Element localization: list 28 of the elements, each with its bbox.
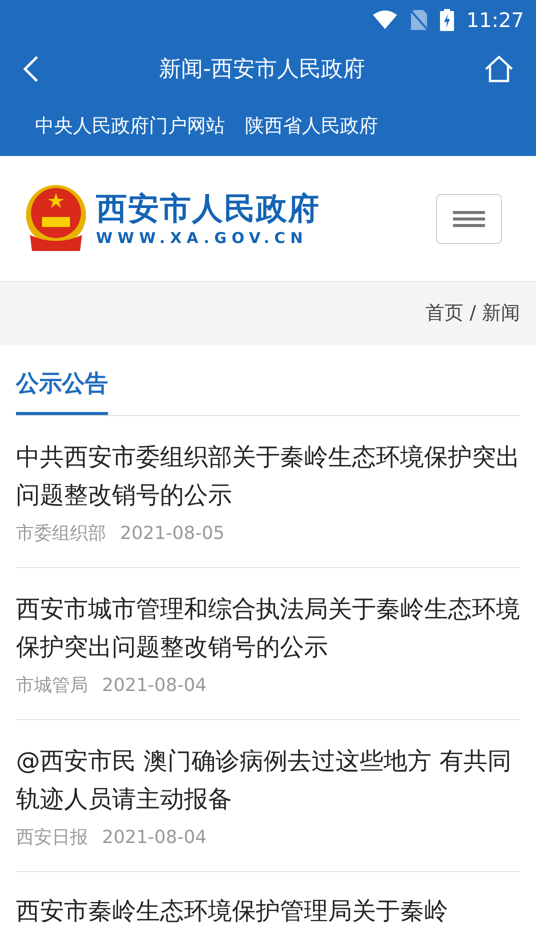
site-name: 西安市人民政府 (96, 190, 320, 228)
article-source: 西安日报 (16, 826, 88, 850)
article-title[interactable]: 西安市秦岭生态环境保护管理局关于秦岭 (16, 892, 520, 930)
no-sim-icon (410, 9, 428, 31)
breadcrumb-separator: / (470, 301, 476, 326)
menu-button[interactable] (436, 194, 502, 244)
article-date: 2021-08-05 (120, 522, 225, 546)
article-date: 2021-08-04 (102, 826, 207, 850)
site-url: WWW.XA.GOV.CN (96, 228, 309, 248)
top-link[interactable]: 陕西省人民政府 (245, 112, 378, 140)
back-icon[interactable] (22, 55, 40, 83)
battery-charging-icon (440, 9, 454, 31)
menu-icon (453, 210, 485, 226)
article-source: 市委组织部 (16, 522, 106, 546)
article-title[interactable]: 西安市城市管理和综合执法局关于秦岭生态环境保护突出问题整改销号的公示 (16, 590, 520, 666)
article-title[interactable]: @西安市民 澳门确诊病例去过这些地方 有共同轨迹人员请主动报备 (16, 742, 520, 818)
home-icon[interactable] (484, 55, 514, 83)
section-tab[interactable]: 公示公告 (16, 367, 108, 414)
article-date: 2021-08-04 (102, 674, 207, 698)
article-source: 市城管局 (16, 674, 88, 698)
top-link[interactable]: 中央人民政府门户网站 (35, 112, 225, 140)
page-title: 新闻-西安市人民政府 (159, 56, 365, 84)
wifi-icon (372, 10, 398, 30)
emblem-icon (24, 184, 88, 252)
article-title[interactable]: 中共西安市委组织部关于秦岭生态环境保护突出问题整改销号的公示 (16, 438, 520, 514)
breadcrumb-link[interactable]: 新闻 (482, 299, 520, 328)
status-time: 11:27 (466, 7, 524, 34)
breadcrumb-link[interactable]: 首页 (426, 299, 464, 328)
